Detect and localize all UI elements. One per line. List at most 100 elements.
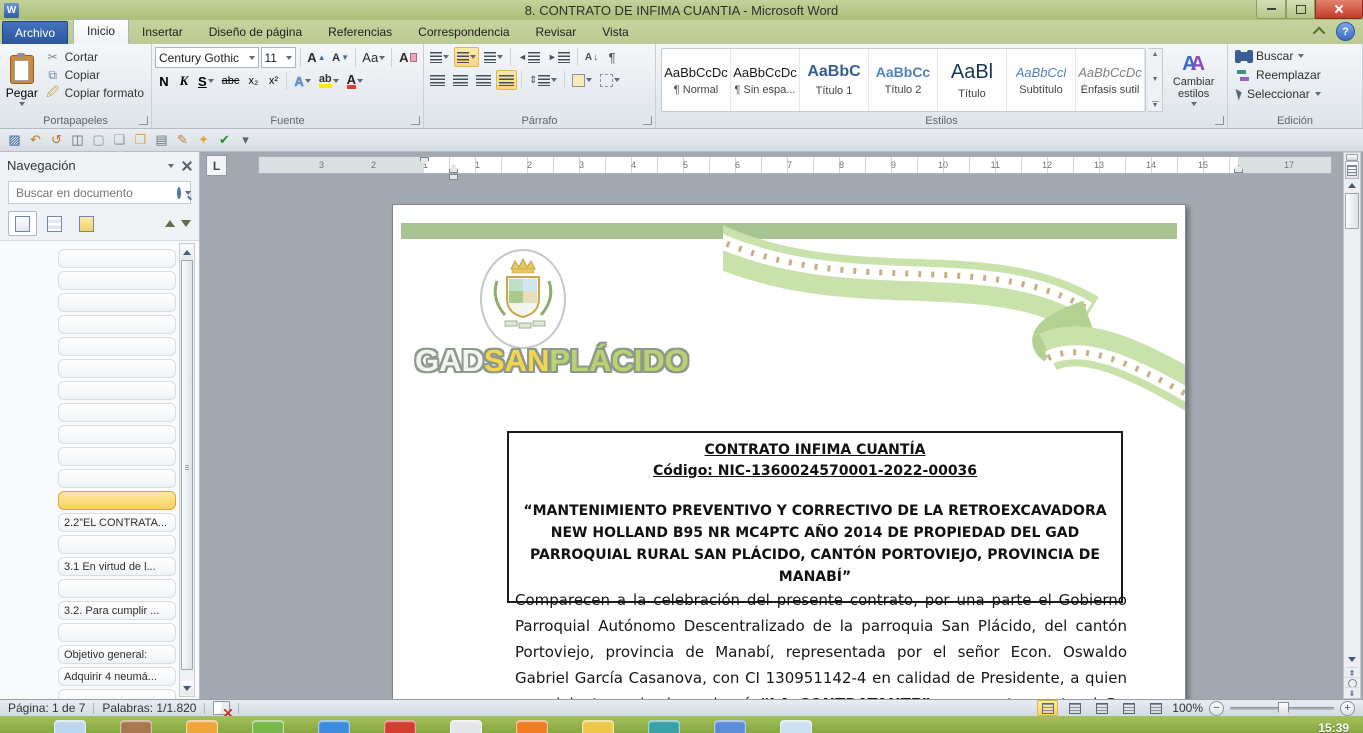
pane-options-caret[interactable] <box>168 164 174 168</box>
nav-heading-item[interactable] <box>58 359 176 378</box>
zoom-in-button[interactable]: + <box>1340 701 1355 716</box>
document-search-box[interactable] <box>8 181 191 204</box>
vertical-scrollbar[interactable]: ⇞ ⇟ <box>1343 152 1361 699</box>
zoom-out-button[interactable]: − <box>1209 701 1224 716</box>
taskbar-app-icon[interactable] <box>120 720 152 733</box>
nav-heading-item[interactable] <box>58 425 176 444</box>
next-page-button[interactable]: ⇟ <box>1345 687 1359 698</box>
bullets-button[interactable] <box>427 47 452 67</box>
multilevel-list-button[interactable] <box>481 47 506 67</box>
style-gallery-item[interactable]: AaBl Título <box>938 49 1007 111</box>
highlight-color-button[interactable]: ab <box>316 71 342 91</box>
word-app-icon[interactable]: W <box>4 3 19 18</box>
nav-scroll-down-button[interactable] <box>181 681 193 695</box>
nav-tab-pages[interactable] <box>40 211 69 236</box>
change-case-button[interactable]: Aa <box>360 48 387 68</box>
qat-button[interactable]: ❏ <box>110 131 129 149</box>
nav-heading-item[interactable] <box>58 535 176 554</box>
taskbar-app-icon[interactable] <box>186 720 218 733</box>
align-right-button[interactable] <box>473 70 494 90</box>
tab-diseno-de-pagina[interactable]: Diseño de página <box>196 21 315 44</box>
help-button[interactable]: ? <box>1336 22 1355 41</box>
dialog-launcher-estilos[interactable] <box>1215 116 1224 125</box>
taskbar-app-icon[interactable] <box>648 720 680 733</box>
document-page[interactable]: GADSANPLÁCIDO CONTRATO INFIMA CUANTÍA Có… <box>392 204 1186 699</box>
italic-button[interactable]: K <box>175 71 193 91</box>
zoom-slider-handle[interactable] <box>1278 702 1289 717</box>
nav-heading-item[interactable] <box>58 337 176 356</box>
align-left-button[interactable] <box>427 70 448 90</box>
pane-close-icon[interactable] <box>182 161 192 171</box>
styles-scroll-up-button[interactable]: ▲ <box>1152 51 1159 58</box>
nav-heading-item[interactable] <box>58 491 176 510</box>
paste-button[interactable]: Pegar <box>3 47 41 113</box>
tab-stop-selector[interactable]: L <box>206 155 227 176</box>
align-center-button[interactable] <box>450 70 471 90</box>
format-painter-button[interactable]: 🖉 Copiar formato <box>41 85 148 101</box>
qat-button[interactable]: ↶ <box>26 131 45 149</box>
nav-tab-results[interactable] <box>72 211 101 236</box>
qat-button[interactable]: ▤ <box>152 131 171 149</box>
qat-button[interactable]: ▨ <box>5 131 24 149</box>
collapse-ribbon-button[interactable] <box>1311 24 1329 39</box>
nav-heading-item[interactable]: 2.2”EL CONTRATA... <box>58 513 176 532</box>
taskbar-app-icon[interactable] <box>780 720 812 733</box>
change-styles-button[interactable]: AA Cambiar estilos <box>1163 47 1224 113</box>
taskbar-app-icon[interactable] <box>582 720 614 733</box>
shading-button[interactable] <box>569 70 595 90</box>
qat-button[interactable]: ▢ <box>89 131 108 149</box>
next-heading-button[interactable] <box>181 220 191 227</box>
grow-font-button[interactable]: A▲ <box>305 48 328 68</box>
nav-heading-item[interactable]: Objetivo general: <box>58 645 176 664</box>
taskbar-app-icon[interactable] <box>714 720 746 733</box>
bold-button[interactable]: N <box>155 71 173 91</box>
styles-scroll-down-button[interactable]: ▼ <box>1152 76 1159 83</box>
dialog-launcher-portapapeles[interactable] <box>139 116 148 125</box>
shrink-font-button[interactable]: A▼ <box>330 48 352 68</box>
dialog-launcher-parrafo[interactable] <box>643 116 652 125</box>
qat-button[interactable]: ◫ <box>68 131 87 149</box>
line-spacing-button[interactable]: ⇕ <box>526 70 560 90</box>
qat-button[interactable]: ✦ <box>194 131 213 149</box>
nav-heading-item[interactable] <box>58 381 176 400</box>
qat-button[interactable]: ▾ <box>236 131 255 149</box>
horizontal-ruler[interactable]: 321 123456789101112131415 17 <box>258 156 1332 174</box>
cut-button[interactable]: ✂ Cortar <box>41 49 148 65</box>
style-gallery-item[interactable]: AaBbCcl Subtítulo <box>1007 49 1076 111</box>
nav-heading-item[interactable]: 3.1 En virtud de l... <box>58 557 176 576</box>
scroll-thumb[interactable] <box>1345 193 1359 229</box>
nav-heading-item[interactable] <box>58 579 176 598</box>
split-handle[interactable] <box>1346 154 1358 161</box>
proofing-errors-icon[interactable] <box>213 701 230 715</box>
style-gallery-item[interactable]: AaBbC Título 1 <box>800 49 869 111</box>
replace-button[interactable]: Reemplazar <box>1231 67 1359 83</box>
taskbar-app-icon[interactable] <box>384 720 416 733</box>
font-family-select[interactable]: Century Gothic <box>155 47 259 68</box>
superscript-button[interactable]: x² <box>264 71 282 91</box>
document-canvas[interactable]: GADSANPLÁCIDO CONTRATO INFIMA CUANTÍA Có… <box>200 178 1341 699</box>
previous-heading-button[interactable] <box>165 220 175 227</box>
print-layout-view-button[interactable] <box>1037 700 1058 716</box>
borders-button[interactable] <box>597 70 623 90</box>
full-screen-reading-button[interactable] <box>1064 700 1085 716</box>
numbering-button[interactable] <box>454 47 479 67</box>
style-gallery-item[interactable]: AaBbCc Título 2 <box>869 49 938 111</box>
nav-tab-headings[interactable] <box>8 211 37 236</box>
dialog-launcher-fuente[interactable] <box>411 116 420 125</box>
text-effects-button[interactable]: A <box>291 71 313 91</box>
strikethrough-button[interactable]: abc <box>219 71 243 91</box>
taskbar-app-icon[interactable] <box>252 720 284 733</box>
qat-button[interactable]: ❒ <box>131 131 150 149</box>
underline-button[interactable]: S <box>195 71 217 91</box>
select-button[interactable]: Seleccionar <box>1231 86 1359 102</box>
contract-paragraph[interactable]: Comparecen a la celebración del presente… <box>515 587 1127 699</box>
qat-button[interactable]: ↺ <box>47 131 66 149</box>
nav-heading-item[interactable] <box>58 403 176 422</box>
style-gallery-item[interactable]: AaBbCcDc ¶ Normal <box>662 49 731 111</box>
tab-revisar[interactable]: Revisar <box>523 21 590 44</box>
draft-view-button[interactable] <box>1145 700 1166 716</box>
ruler-toggle-button[interactable] <box>1345 161 1359 179</box>
minimize-button[interactable] <box>1256 0 1286 19</box>
close-button[interactable] <box>1315 0 1363 19</box>
scroll-up-button[interactable] <box>1345 179 1359 192</box>
